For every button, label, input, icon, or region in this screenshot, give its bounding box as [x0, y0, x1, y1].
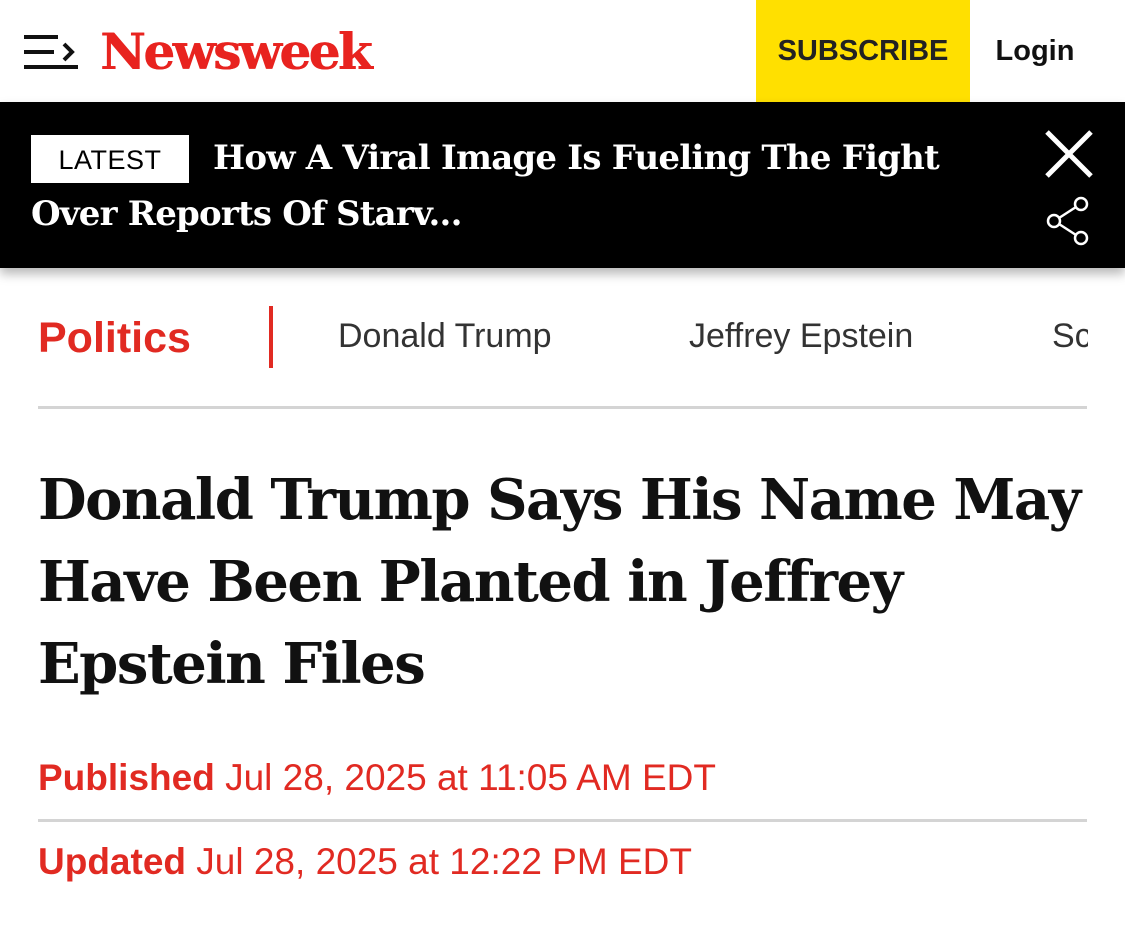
published-label: Published [38, 757, 215, 798]
newsweek-logo[interactable]: Newsweek [100, 20, 373, 84]
updated-label: Updated [38, 841, 186, 882]
updated-date: Updated Jul 28, 2025 at 12:22 PM EDT [38, 836, 692, 888]
nav-section-politics[interactable]: Politics [38, 308, 191, 368]
site-header: Newsweek SUBSCRIBE Login [0, 0, 1125, 102]
date-divider-line [38, 819, 1087, 822]
nav-divider-line [38, 406, 1087, 409]
nav-divider [269, 306, 273, 368]
nav-item-jeffrey-epstein[interactable]: Jeffrey Epstein [689, 312, 913, 360]
nav-item-truncated[interactable]: Sc [1052, 312, 1088, 360]
published-value: Jul 28, 2025 at 11:05 AM EDT [225, 757, 716, 798]
published-date: Published Jul 28, 2025 at 11:05 AM EDT [38, 752, 716, 804]
updated-value: Jul 28, 2025 at 12:22 PM EDT [196, 841, 692, 882]
share-icon[interactable] [1045, 196, 1091, 246]
nav-overflow: Sc [1052, 312, 1088, 362]
close-icon[interactable] [1043, 128, 1095, 180]
banner-headline-link[interactable]: How A Viral Image Is Fueling The Fight O… [31, 130, 991, 242]
nav-item-donald-trump[interactable]: Donald Trump [338, 312, 552, 360]
article-headline: Donald Trump Says His Name May Have Been… [38, 467, 1081, 697]
subscribe-button[interactable]: SUBSCRIBE [756, 0, 970, 102]
login-link[interactable]: Login [970, 0, 1100, 102]
menu-icon[interactable] [24, 33, 80, 73]
latest-news-banner: LATEST How A Viral Image Is Fueling The … [0, 102, 1125, 268]
